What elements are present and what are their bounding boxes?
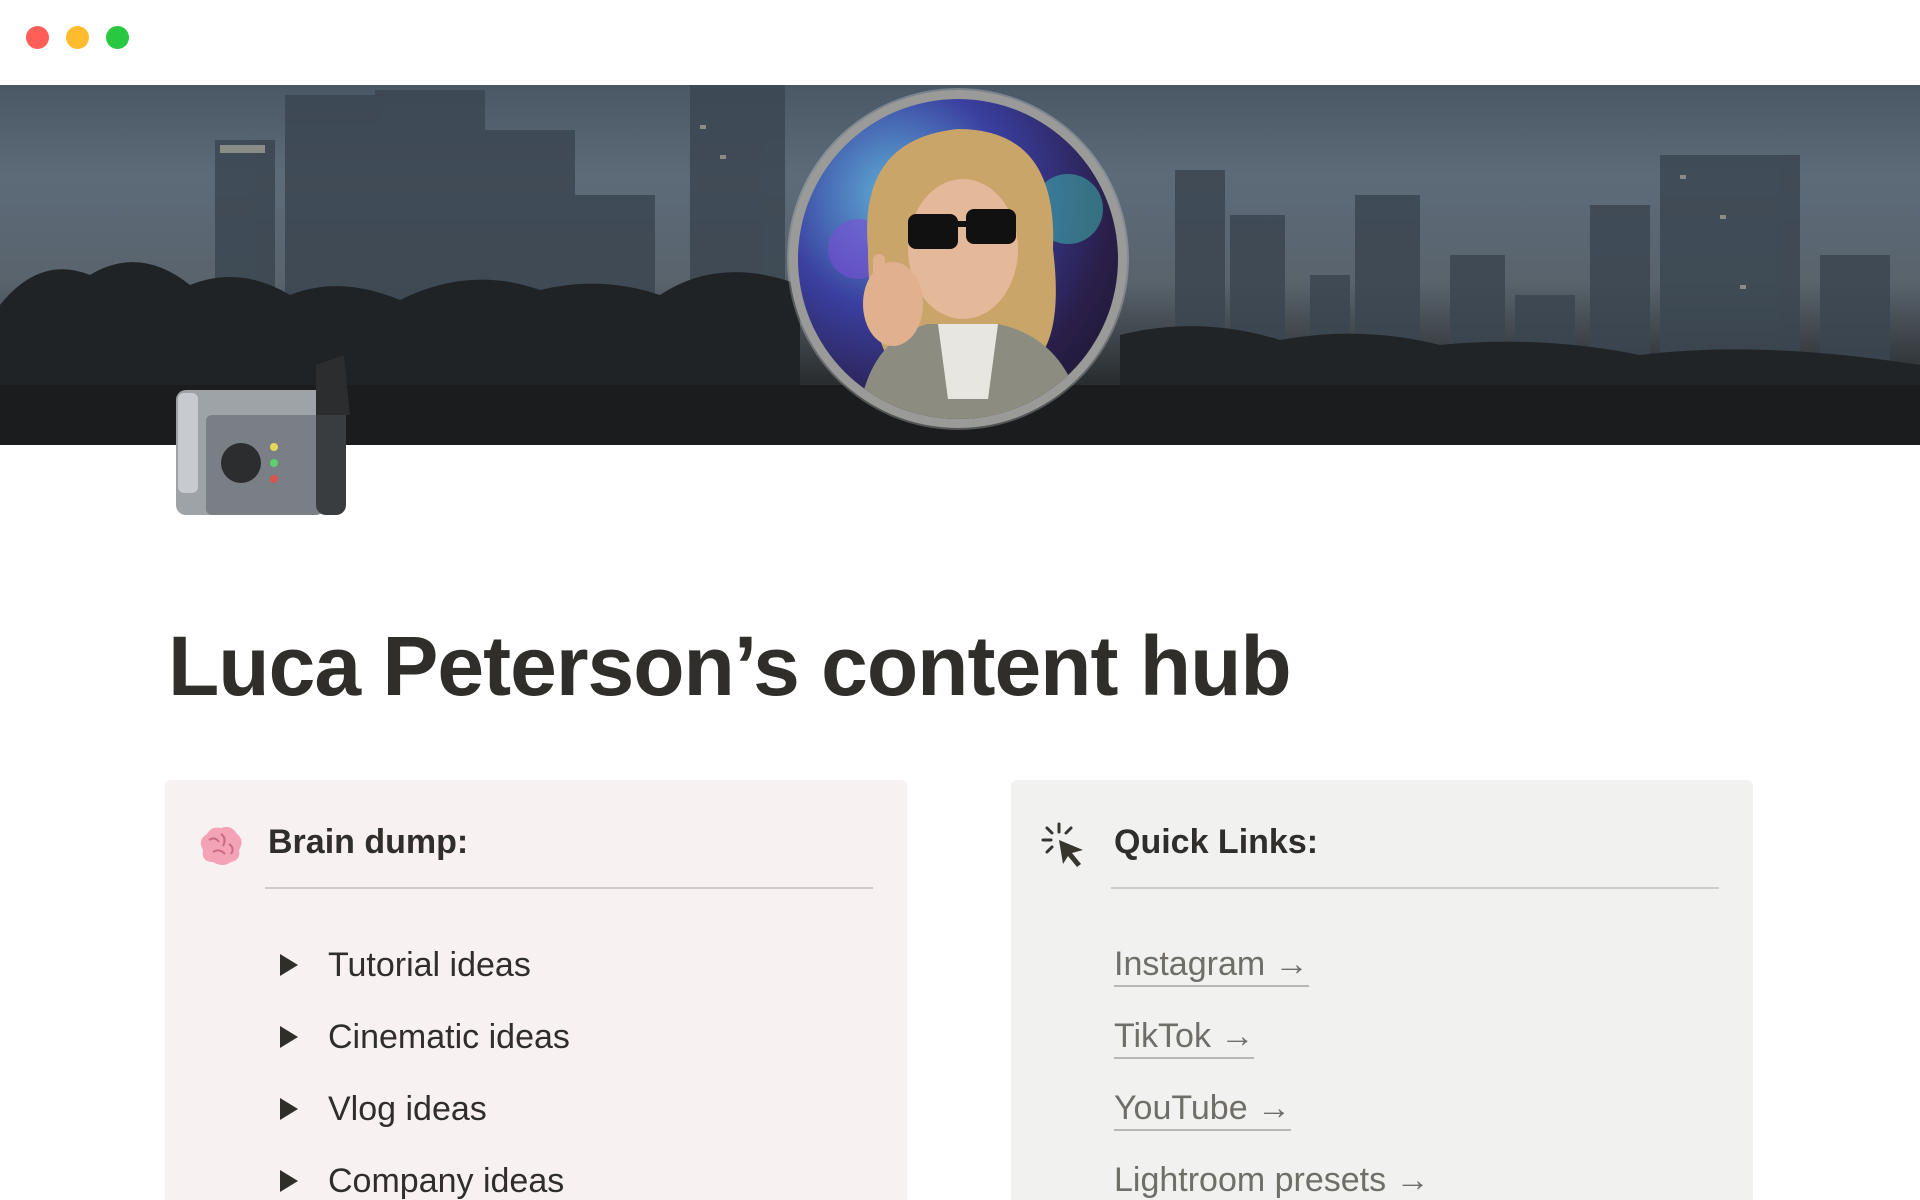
link-lightroom-presets[interactable]: Lightroom presets → — [1114, 1156, 1430, 1200]
quick-links-divider — [1111, 887, 1719, 889]
toggle-company-ideas[interactable]: Company ideas — [280, 1156, 564, 1200]
profile-avatar[interactable] — [789, 90, 1127, 428]
toggle-label: Cinematic ideas — [328, 1017, 570, 1056]
brain-dump-heading: Brain dump: — [268, 823, 469, 861]
notion-window: Luca Peterson’s content hub Brain dump: … — [0, 0, 1920, 1200]
link-instagram[interactable]: Instagram → — [1114, 940, 1309, 990]
avatar-portrait — [798, 99, 1118, 419]
toggle-label: Vlog ideas — [328, 1089, 487, 1128]
link-label: Lightroom presets → — [1114, 1160, 1430, 1200]
brain-dump-callout: Brain dump: Tutorial ideas Cinematic ide… — [165, 780, 907, 1200]
toggle-arrow-icon[interactable] — [280, 1170, 298, 1192]
toggle-label: Tutorial ideas — [328, 945, 531, 984]
link-tiktok[interactable]: TikTok → — [1114, 1012, 1255, 1062]
brain-icon[interactable] — [193, 820, 245, 872]
toggle-arrow-icon[interactable] — [280, 1098, 298, 1120]
toggle-label: Company ideas — [328, 1161, 565, 1200]
link-label: Instagram → — [1114, 944, 1309, 987]
video-camera-icon[interactable] — [166, 355, 350, 525]
close-window-button[interactable] — [26, 26, 49, 49]
title-bar — [0, 0, 1920, 85]
quick-links-heading: Quick Links: — [1114, 823, 1319, 861]
brain-dump-divider — [265, 887, 873, 889]
toggle-arrow-icon[interactable] — [280, 954, 298, 976]
link-youtube[interactable]: YouTube → — [1114, 1084, 1292, 1134]
toggle-arrow-icon[interactable] — [280, 1026, 298, 1048]
toggle-vlog-ideas[interactable]: Vlog ideas — [280, 1084, 487, 1134]
quick-links-callout: Quick Links: Instagram → TikTok → YouTub… — [1011, 780, 1753, 1200]
link-label: YouTube → — [1114, 1088, 1292, 1131]
toggle-cinematic-ideas[interactable]: Cinematic ideas — [280, 1012, 570, 1062]
minimize-window-button[interactable] — [66, 26, 89, 49]
toggle-tutorial-ideas[interactable]: Tutorial ideas — [280, 940, 531, 990]
page-title[interactable]: Luca Peterson’s content hub — [168, 618, 1292, 715]
maximize-window-button[interactable] — [106, 26, 129, 49]
link-label: TikTok → — [1114, 1016, 1255, 1059]
cursor-click-icon[interactable] — [1039, 820, 1091, 872]
